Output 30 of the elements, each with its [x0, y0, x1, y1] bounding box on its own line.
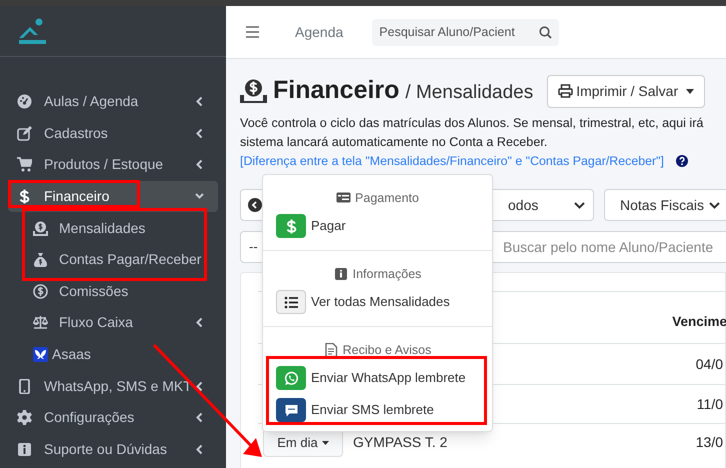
sidebar-item[interactable]: Asaas	[8, 338, 218, 370]
sidebar-item[interactable]: Aulas / Agenda	[8, 86, 218, 118]
section-header: Recibo e Avisos	[342, 342, 432, 359]
table-cell-text: 04/0	[696, 354, 723, 374]
menu-item[interactable]: Enviar WhatsApp lembrete	[263, 362, 492, 394]
help-link[interactable]: [Diferença entre a tela "Mensalidades/Financeiro" e "Contas Pagar/Receber"]	[240, 152, 664, 170]
print-button[interactable]: Imprimir / Salvar	[547, 74, 706, 108]
sidebar-item[interactable]: Fluxo Caixa	[8, 307, 218, 339]
invoice-select[interactable]: Notas Fiscais	[604, 189, 726, 221]
nav-link[interactable]: Agenda	[295, 22, 344, 42]
sidebar-item[interactable]: Produtos / Estoque	[8, 149, 218, 181]
sidebar-item[interactable]: Suporte ou Dúvidas	[8, 434, 218, 466]
sidebar-item[interactable]: Cadastros	[8, 118, 218, 150]
sidebar-item[interactable]: Mensalidades	[8, 212, 218, 244]
sidebar-item[interactable]: Configurações	[8, 402, 218, 434]
section-header: Informações	[352, 266, 422, 283]
page-title: Financeiro	[273, 75, 400, 106]
table-cell-text: GYMPASS T. 2	[353, 433, 448, 452]
sidebar-item[interactable]: WhatsApp, SMS e MKT	[8, 370, 218, 402]
menu-item[interactable]: Ver todas Mensalidades	[263, 286, 492, 318]
search-field[interactable]: Buscar pelo nome Aluno/Paciente	[492, 231, 726, 263]
menu-item[interactable]: Enviar SMS lembrete	[263, 394, 492, 426]
section-header: Pagamento	[355, 190, 419, 207]
description-text: Você controla o ciclo das matrículas dos Alunos. Se mensal, trimestral, etc, aqui irá sistema lancará automaticamente no Conta a Receber.	[240, 115, 704, 151]
table-cell-text: 13/0	[696, 433, 723, 452]
sidebar-item[interactable]: Comissões	[8, 276, 218, 308]
search-field[interactable]: Pesquisar Aluno/Pacient	[372, 18, 560, 46]
page-subtitle: / Mensalidades	[405, 80, 534, 105]
table-cell-text: 11/0	[696, 394, 723, 414]
sidebar-item[interactable]: Contas Pagar/Receber	[8, 244, 218, 276]
